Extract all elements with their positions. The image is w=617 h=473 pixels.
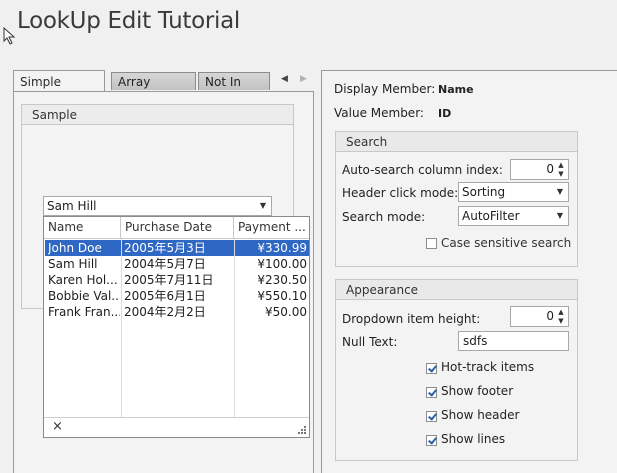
show-lines-label: Show lines — [441, 432, 506, 446]
column-header-name[interactable]: Name — [44, 217, 121, 238]
dropdown-height-value: 0 — [546, 309, 554, 323]
case-sensitive-checkbox[interactable] — [426, 238, 437, 249]
list-item[interactable]: John Doe 2005年5月3日 ¥330.99 — [45, 240, 309, 256]
dropdown-arrow-icon[interactable]: ▼ — [257, 197, 269, 215]
page-title: LookUp Edit Tutorial — [17, 8, 241, 34]
value-member-value: ID — [438, 107, 452, 120]
spin-down-icon[interactable]: ▼ — [556, 317, 566, 326]
search-mode-label: Search mode: — [342, 210, 426, 224]
autosearch-spin[interactable]: 0 ▲ ▼ — [510, 159, 569, 180]
list-item[interactable]: Sam Hill 2004年5月7日 ¥100.00 — [45, 256, 309, 272]
null-text-label: Null Text: — [342, 335, 398, 349]
lookup-edit[interactable]: Sam Hill ▼ — [43, 196, 272, 216]
dropdown-height-spin[interactable]: 0 ▲ ▼ — [510, 306, 569, 327]
lookup-popup: Name Purchase Date Payment ... John Doe … — [43, 216, 310, 438]
appearance-group-header: Appearance — [336, 280, 577, 300]
column-header-payment[interactable]: Payment ... — [234, 217, 310, 238]
spin-down-icon[interactable]: ▼ — [556, 170, 566, 179]
tab-not-in-list[interactable]: Not In List — [198, 72, 270, 107]
value-member-label: Value Member: — [334, 106, 424, 120]
sample-group-header: Sample — [22, 105, 293, 125]
lookup-edit-value: Sam Hill — [47, 199, 97, 213]
chevron-down-icon[interactable]: ▼ — [554, 183, 566, 201]
resize-grip-icon[interactable] — [297, 425, 306, 434]
search-group-header: Search — [336, 132, 577, 152]
column-header-purchase-date[interactable]: Purchase Date — [121, 217, 234, 238]
list-item[interactable]: Frank Fran... 2004年2月2日 ¥50.00 — [45, 304, 309, 320]
search-mode-combo[interactable]: AutoFilter ▼ — [458, 206, 569, 226]
popup-footer: × — [44, 417, 309, 437]
display-member-value: Name — [438, 83, 474, 96]
mouse-cursor-icon — [3, 27, 16, 45]
header-click-label: Header click mode: — [342, 186, 459, 200]
show-footer-label: Show footer — [441, 384, 514, 398]
chevron-down-icon[interactable]: ▼ — [554, 207, 566, 225]
list-item[interactable]: Karen Hol... 2005年7月11日 ¥230.50 — [45, 272, 309, 288]
hot-track-label: Hot-track items — [441, 360, 535, 374]
grid-line — [234, 239, 235, 417]
hot-track-checkbox[interactable] — [426, 363, 437, 374]
spin-up-icon[interactable]: ▲ — [556, 308, 566, 317]
spin-up-icon[interactable]: ▲ — [556, 161, 566, 170]
tab-scroll-right-icon[interactable]: ▶ — [300, 74, 307, 84]
null-text-input[interactable]: sdfs — [458, 331, 569, 351]
autosearch-value: 0 — [546, 162, 554, 176]
popup-header: Name Purchase Date Payment ... — [44, 217, 309, 239]
autosearch-label: Auto-search column index: — [342, 163, 503, 177]
display-member-label: Display Member: — [334, 82, 436, 96]
tab-simple-binding[interactable]: Simple Binding — [13, 70, 105, 111]
show-header-checkbox[interactable] — [426, 411, 437, 422]
dropdown-height-label: Dropdown item height: — [342, 312, 481, 326]
case-sensitive-label: Case sensitive search — [441, 236, 572, 250]
show-header-label: Show header — [441, 408, 520, 422]
tab-array-binding[interactable]: Array Binding — [111, 72, 196, 107]
header-click-combo[interactable]: Sorting ▼ — [458, 182, 569, 202]
show-footer-checkbox[interactable] — [426, 387, 437, 398]
tab-scroll-left-icon[interactable]: ◀ — [281, 74, 288, 84]
grid-line — [121, 239, 122, 417]
show-lines-checkbox[interactable] — [426, 435, 437, 446]
list-item[interactable]: Bobbie Val... 2005年6月1日 ¥550.10 — [45, 288, 309, 304]
close-popup-icon[interactable]: × — [52, 419, 63, 434]
